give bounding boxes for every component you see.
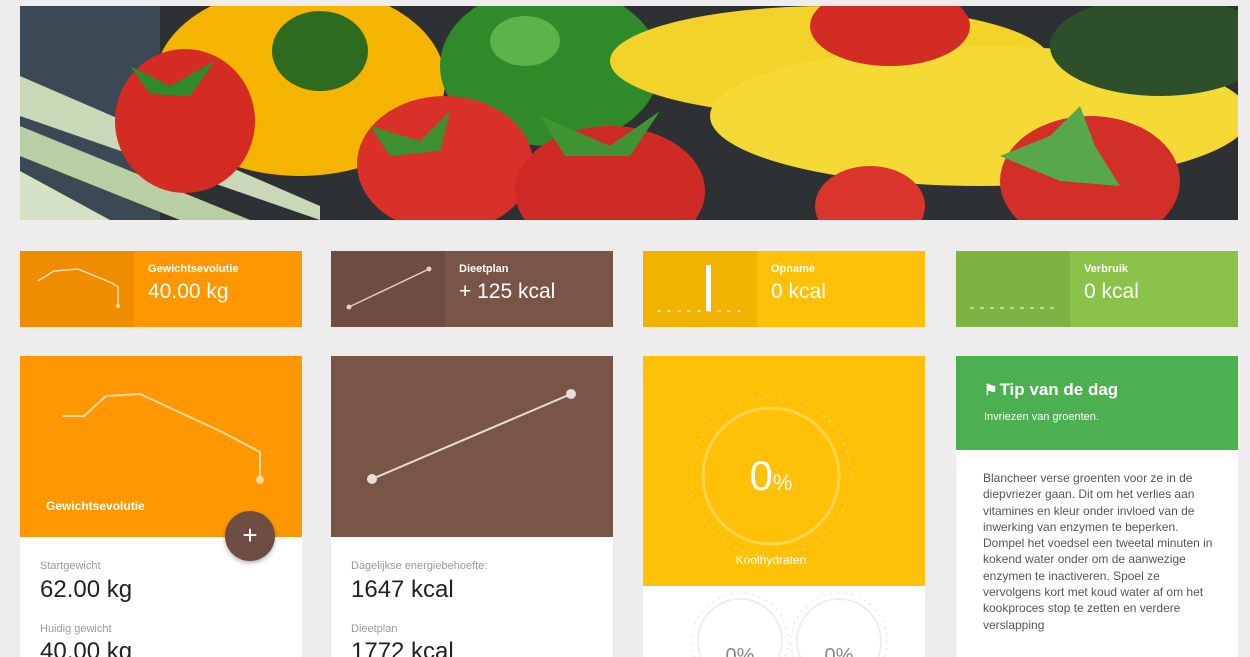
stat-value: + 125 kcal <box>459 280 556 303</box>
energy-label: Dagelijkse energiebehoefte: <box>351 560 488 572</box>
weight-sparkline <box>20 251 134 327</box>
current-weight-value: 40.00 kg <box>40 638 133 657</box>
stat-title: Dieetplan <box>459 263 509 275</box>
add-weight-button[interactable]: + <box>225 511 275 561</box>
carbs-percent: 0% <box>643 452 899 500</box>
tip-header: ⚑ Tip van de dag Invriezen van groenten. <box>956 356 1238 450</box>
current-weight-label: Huidig gewicht <box>40 623 112 635</box>
weight-card: Gewichtsevolutie + Startgewicht 62.00 kg… <box>20 356 302 657</box>
diet-card: Dagelijkse energiebehoefte: 1647 kcal Di… <box>331 356 613 657</box>
tip-subtitle: Invriezen van groenten. <box>984 411 1099 423</box>
stat-value: 0 kcal <box>1084 280 1139 303</box>
hero-image <box>20 6 1238 220</box>
energy-value: 1647 kcal <box>351 576 454 603</box>
stat-value: 40.00 kg <box>148 280 229 303</box>
weight-card-title: Gewichtsevolutie <box>46 499 145 513</box>
tip-title-row: ⚑ Tip van de dag <box>984 380 1118 400</box>
tip-body: Blancheer verse groenten voor ze in de d… <box>983 471 1213 632</box>
stat-value: 0 kcal <box>771 280 826 303</box>
stat-title: Opname <box>771 263 816 275</box>
usage-sparkline <box>956 251 1070 327</box>
carbs-title: Koolhydraten <box>735 553 807 567</box>
flag-icon: ⚑ <box>984 382 998 399</box>
carbs-percent-sign: % <box>772 470 793 495</box>
mini-gauge-2-value: 0% <box>824 645 854 657</box>
stat-gewichtsevolutie[interactable]: Gewichtsevolutie 40.00 kg <box>20 251 302 327</box>
intake-sparkline <box>643 251 757 327</box>
diet-plan-value: 1772 kcal <box>351 638 454 657</box>
carbs-percent-value: 0 <box>749 452 773 499</box>
stat-title: Verbruik <box>1084 263 1129 275</box>
tip-title: Tip van de dag <box>999 380 1119 399</box>
mini-gauges <box>691 592 888 657</box>
start-weight-value: 62.00 kg <box>40 576 133 603</box>
stat-dieetplan[interactable]: Dieetplan + 125 kcal <box>331 251 613 327</box>
stat-opname[interactable]: Opname 0 kcal <box>643 251 925 327</box>
diet-sparkline <box>331 251 445 327</box>
weight-chart: Gewichtsevolutie <box>20 356 302 537</box>
carbs-gauge: 0% Koolhydraten <box>643 356 925 586</box>
diet-plan-label: Dieetplan <box>351 623 398 635</box>
stat-title: Gewichtsevolutie <box>148 263 239 275</box>
intake-card: 0% Koolhydraten 0% 0% <box>643 356 925 657</box>
mini-gauge-1-value: 0% <box>725 645 755 657</box>
diet-chart <box>331 356 613 537</box>
tip-card: ⚑ Tip van de dag Invriezen van groenten. … <box>956 356 1238 657</box>
start-weight-label: Startgewicht <box>40 560 101 572</box>
stat-verbruik[interactable]: Verbruik 0 kcal <box>956 251 1238 327</box>
